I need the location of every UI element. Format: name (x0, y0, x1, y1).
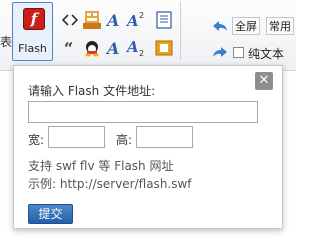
width-input[interactable] (48, 126, 105, 148)
svg-text:A: A (126, 12, 139, 29)
plaintext-checkbox[interactable] (233, 47, 244, 58)
flash-url-input[interactable] (28, 101, 258, 123)
height-input[interactable] (136, 126, 193, 148)
close-icon[interactable]: ✕ (255, 72, 273, 90)
svg-text:2: 2 (139, 49, 144, 57)
free-badge-icon[interactable] (81, 9, 103, 31)
flash-button-label: Flash (18, 42, 47, 55)
plaintext-label: 纯文本 (248, 47, 285, 61)
flash-insert-dialog: ✕ 请输入 Flash 文件地址: 宽: 高: 支持 swf flv 等 Fla… (13, 65, 283, 229)
image-box-icon[interactable] (153, 37, 175, 59)
svg-text:A: A (126, 39, 139, 56)
flash-icon: f (23, 8, 45, 30)
superscript-icon[interactable]: A2 (125, 9, 147, 31)
font-size-icon[interactable]: A (103, 37, 125, 59)
svg-text:A: A (105, 11, 119, 29)
svg-text:“: “ (64, 41, 73, 55)
redo-icon[interactable] (209, 41, 231, 63)
subscript-icon[interactable]: A2 (125, 37, 147, 59)
width-label: 宽: (28, 133, 45, 147)
flash-button[interactable]: f Flash (12, 2, 53, 61)
toolbar-separator (180, 2, 181, 60)
common-button[interactable]: 常用 (266, 17, 294, 35)
emoticon-icon[interactable] (81, 37, 103, 59)
example-hint: 示例: http://server/flash.swf (28, 177, 192, 191)
code-icon[interactable] (59, 9, 81, 31)
quote-icon[interactable]: “ (59, 37, 81, 59)
undo-icon[interactable] (209, 15, 231, 37)
flash-url-prompt: 请输入 Flash 文件地址: (28, 84, 156, 98)
height-label: 高: (116, 133, 133, 147)
toolbar-cut-label: 表 (0, 35, 13, 49)
font-icon[interactable]: A (103, 9, 125, 31)
svg-text:A: A (105, 39, 119, 57)
submit-button[interactable]: 提交 (28, 204, 73, 224)
editor-toolbar: 表 f Flash A A2 “ A A2 全屏 常用 纯文本 (0, 0, 296, 71)
format-hint: 支持 swf flv 等 Flash 网址 (28, 159, 174, 173)
svg-text:2: 2 (139, 11, 144, 20)
text-box-icon[interactable] (153, 9, 175, 31)
fullscreen-button[interactable]: 全屏 (232, 17, 260, 35)
